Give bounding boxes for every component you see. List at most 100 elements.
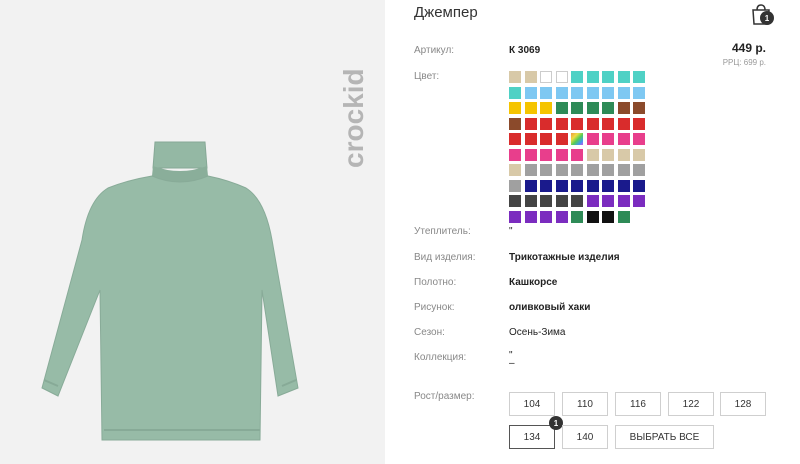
color-swatch[interactable] — [602, 179, 614, 192]
color-swatch[interactable] — [617, 71, 630, 83]
color-swatch[interactable] — [633, 195, 645, 207]
size-button-134[interactable]: 134 — [509, 425, 555, 449]
color-swatch[interactable] — [633, 179, 645, 192]
color-swatch[interactable] — [555, 102, 568, 114]
color-swatch[interactable] — [633, 102, 645, 114]
color-swatch[interactable] — [617, 164, 630, 176]
color-swatch[interactable] — [540, 210, 552, 223]
color-swatch[interactable] — [540, 164, 552, 176]
color-swatch[interactable] — [509, 148, 521, 161]
color-swatch[interactable] — [633, 164, 645, 176]
select-all-sizes-button[interactable]: ВЫБРАТЬ ВСЕ — [615, 425, 714, 449]
color-swatch[interactable] — [571, 195, 583, 207]
color-swatch[interactable] — [617, 86, 630, 99]
color-swatch[interactable] — [571, 102, 583, 114]
color-swatch[interactable] — [617, 210, 630, 223]
color-swatch[interactable] — [633, 133, 645, 145]
color-swatch[interactable] — [571, 86, 583, 99]
color-swatch[interactable] — [571, 133, 583, 145]
size-button-128[interactable]: 128 — [720, 392, 766, 416]
color-swatch[interactable] — [633, 117, 645, 130]
color-swatch[interactable] — [524, 195, 537, 207]
color-swatch[interactable] — [571, 71, 583, 83]
color-swatch[interactable] — [555, 195, 568, 207]
color-swatch[interactable] — [555, 179, 568, 192]
size-button-116[interactable]: 116 — [615, 392, 661, 416]
color-swatch[interactable] — [602, 210, 614, 223]
color-swatch[interactable] — [602, 148, 614, 161]
color-swatch[interactable] — [524, 148, 537, 161]
color-swatch[interactable] — [540, 133, 552, 145]
color-swatch[interactable] — [555, 117, 568, 130]
color-swatch[interactable] — [617, 148, 630, 161]
color-swatch[interactable] — [571, 117, 583, 130]
color-swatch[interactable] — [617, 179, 630, 192]
color-swatch[interactable] — [524, 179, 537, 192]
color-swatch[interactable] — [633, 148, 645, 161]
color-swatch[interactable] — [509, 195, 521, 207]
color-swatch[interactable] — [602, 164, 614, 176]
color-swatch[interactable] — [571, 210, 583, 223]
color-swatch[interactable] — [555, 164, 568, 176]
color-swatch[interactable] — [617, 195, 630, 207]
color-swatch[interactable] — [602, 71, 614, 83]
color-swatch[interactable] — [524, 71, 537, 83]
color-swatch[interactable] — [509, 179, 521, 192]
color-swatch[interactable] — [602, 195, 614, 207]
color-swatch[interactable] — [586, 86, 599, 99]
color-swatch[interactable] — [586, 210, 599, 223]
color-swatch[interactable] — [509, 71, 521, 83]
color-swatch[interactable] — [555, 86, 568, 99]
color-swatch[interactable] — [633, 86, 645, 99]
color-swatch[interactable] — [524, 210, 537, 223]
color-swatch[interactable] — [540, 102, 552, 114]
color-swatch[interactable] — [524, 86, 537, 99]
color-swatch[interactable] — [617, 117, 630, 130]
color-swatch[interactable] — [509, 102, 521, 114]
color-swatch[interactable] — [602, 86, 614, 99]
color-swatch[interactable] — [524, 102, 537, 114]
color-swatch[interactable] — [540, 148, 552, 161]
color-swatch[interactable] — [509, 164, 521, 176]
color-swatch[interactable] — [571, 179, 583, 192]
color-swatch[interactable] — [586, 102, 599, 114]
color-swatch[interactable] — [524, 117, 537, 130]
color-swatch[interactable] — [571, 164, 583, 176]
color-swatch[interactable] — [524, 133, 537, 145]
color-swatch[interactable] — [586, 71, 599, 83]
color-label: Цвет: — [414, 71, 440, 82]
brand-logo: crockid — [338, 68, 369, 168]
color-swatch[interactable] — [555, 133, 568, 145]
color-swatch[interactable] — [586, 179, 599, 192]
color-swatch[interactable] — [555, 210, 568, 223]
color-swatch[interactable] — [555, 71, 568, 83]
color-swatch[interactable] — [586, 195, 599, 207]
color-swatch[interactable] — [586, 117, 599, 130]
size-button-140[interactable]: 140 — [562, 425, 608, 449]
color-swatch[interactable] — [617, 102, 630, 114]
brand-logo-text: crockid — [338, 68, 369, 168]
color-swatch[interactable] — [509, 86, 521, 99]
color-swatch[interactable] — [617, 133, 630, 145]
color-swatch[interactable] — [633, 71, 645, 83]
size-button-122[interactable]: 122 — [668, 392, 714, 416]
color-swatch[interactable] — [540, 179, 552, 192]
size-button-104[interactable]: 104 — [509, 392, 555, 416]
color-swatch[interactable] — [540, 71, 552, 83]
color-swatch[interactable] — [509, 117, 521, 130]
color-swatch[interactable] — [509, 210, 521, 223]
color-swatch[interactable] — [586, 164, 599, 176]
color-swatch[interactable] — [509, 133, 521, 145]
color-swatch[interactable] — [540, 86, 552, 99]
color-swatch[interactable] — [571, 148, 583, 161]
color-swatch[interactable] — [540, 117, 552, 130]
color-swatch[interactable] — [540, 195, 552, 207]
color-swatch[interactable] — [524, 164, 537, 176]
color-swatch[interactable] — [602, 117, 614, 130]
color-swatch[interactable] — [602, 133, 614, 145]
size-button-110[interactable]: 110 — [562, 392, 608, 416]
color-swatch[interactable] — [586, 133, 599, 145]
color-swatch[interactable] — [602, 102, 614, 114]
color-swatch[interactable] — [586, 148, 599, 161]
color-swatch[interactable] — [555, 148, 568, 161]
